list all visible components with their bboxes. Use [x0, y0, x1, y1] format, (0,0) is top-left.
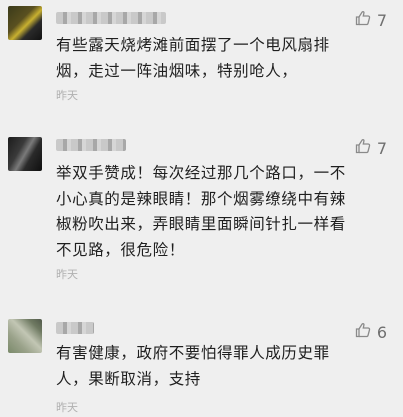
- comment-item: 7 举双手赞成！每次经过那几个路口，一不 小心真的是辣眼睛！那个烟雾缭绕中有辣 …: [0, 128, 403, 313]
- comment-line: 椒粉吹出来，弄眼睛里面瞬间针扎一样看: [56, 215, 346, 233]
- comment-time: 昨天: [56, 268, 78, 281]
- comment-line: 有些露天烧烤滩前面摆了一个电风扇排: [56, 36, 330, 54]
- comment-line: 烟，走过一阵油烟味，特别呛人，: [56, 61, 298, 80]
- avatar[interactable]: [8, 319, 42, 353]
- comment-list: 7 有些露天烧烤滩前面摆了一个电风扇排 烟，走过一阵油烟味，特别呛人， 昨天 7…: [0, 0, 403, 417]
- comment-time: 昨天: [56, 89, 78, 102]
- comment-line: 人，果断取消，支持: [56, 369, 201, 388]
- like-count: 7: [376, 10, 387, 30]
- thumbs-up-icon: [355, 138, 371, 158]
- username-blurred[interactable]: [56, 322, 94, 334]
- username-blurred[interactable]: [56, 139, 126, 151]
- like-button[interactable]: 6: [355, 322, 387, 342]
- comment-text: 举双手赞成！每次经过那几个路口，一不 小心真的是辣眼睛！那个烟雾缭绕中有辣 椒粉…: [56, 161, 392, 263]
- comment-line: 举双手赞成！每次经过那几个路口，一不: [56, 164, 346, 182]
- comment-item: 7 有些露天烧烤滩前面摆了一个电风扇排 烟，走过一阵油烟味，特别呛人， 昨天: [0, 0, 403, 128]
- thumbs-up-icon: [355, 322, 371, 342]
- thumbs-up-icon: [355, 10, 371, 30]
- comment-line: 有害健康，政府不要怕得罪人成历史罪: [56, 344, 330, 362]
- like-button[interactable]: 7: [355, 138, 387, 158]
- like-count: 7: [376, 138, 387, 158]
- comment-text: 有些露天烧烤滩前面摆了一个电风扇排 烟，走过一阵油烟味，特别呛人，: [56, 33, 392, 84]
- avatar[interactable]: [8, 137, 42, 171]
- like-count: 6: [376, 322, 387, 342]
- comment-text: 有害健康，政府不要怕得罪人成历史罪 人，果断取消，支持: [56, 341, 392, 392]
- comment-line: 小心真的是辣眼睛！那个烟雾缭绕中有辣: [56, 189, 346, 208]
- username-blurred[interactable]: [56, 12, 166, 24]
- comment-line: 不见路，很危险！: [56, 240, 185, 259]
- avatar[interactable]: [8, 6, 42, 40]
- like-button[interactable]: 7: [355, 10, 387, 30]
- comment-item: 6 有害健康，政府不要怕得罪人成历史罪 人，果断取消，支持 昨天: [0, 313, 403, 417]
- comment-time: 昨天: [56, 401, 78, 414]
